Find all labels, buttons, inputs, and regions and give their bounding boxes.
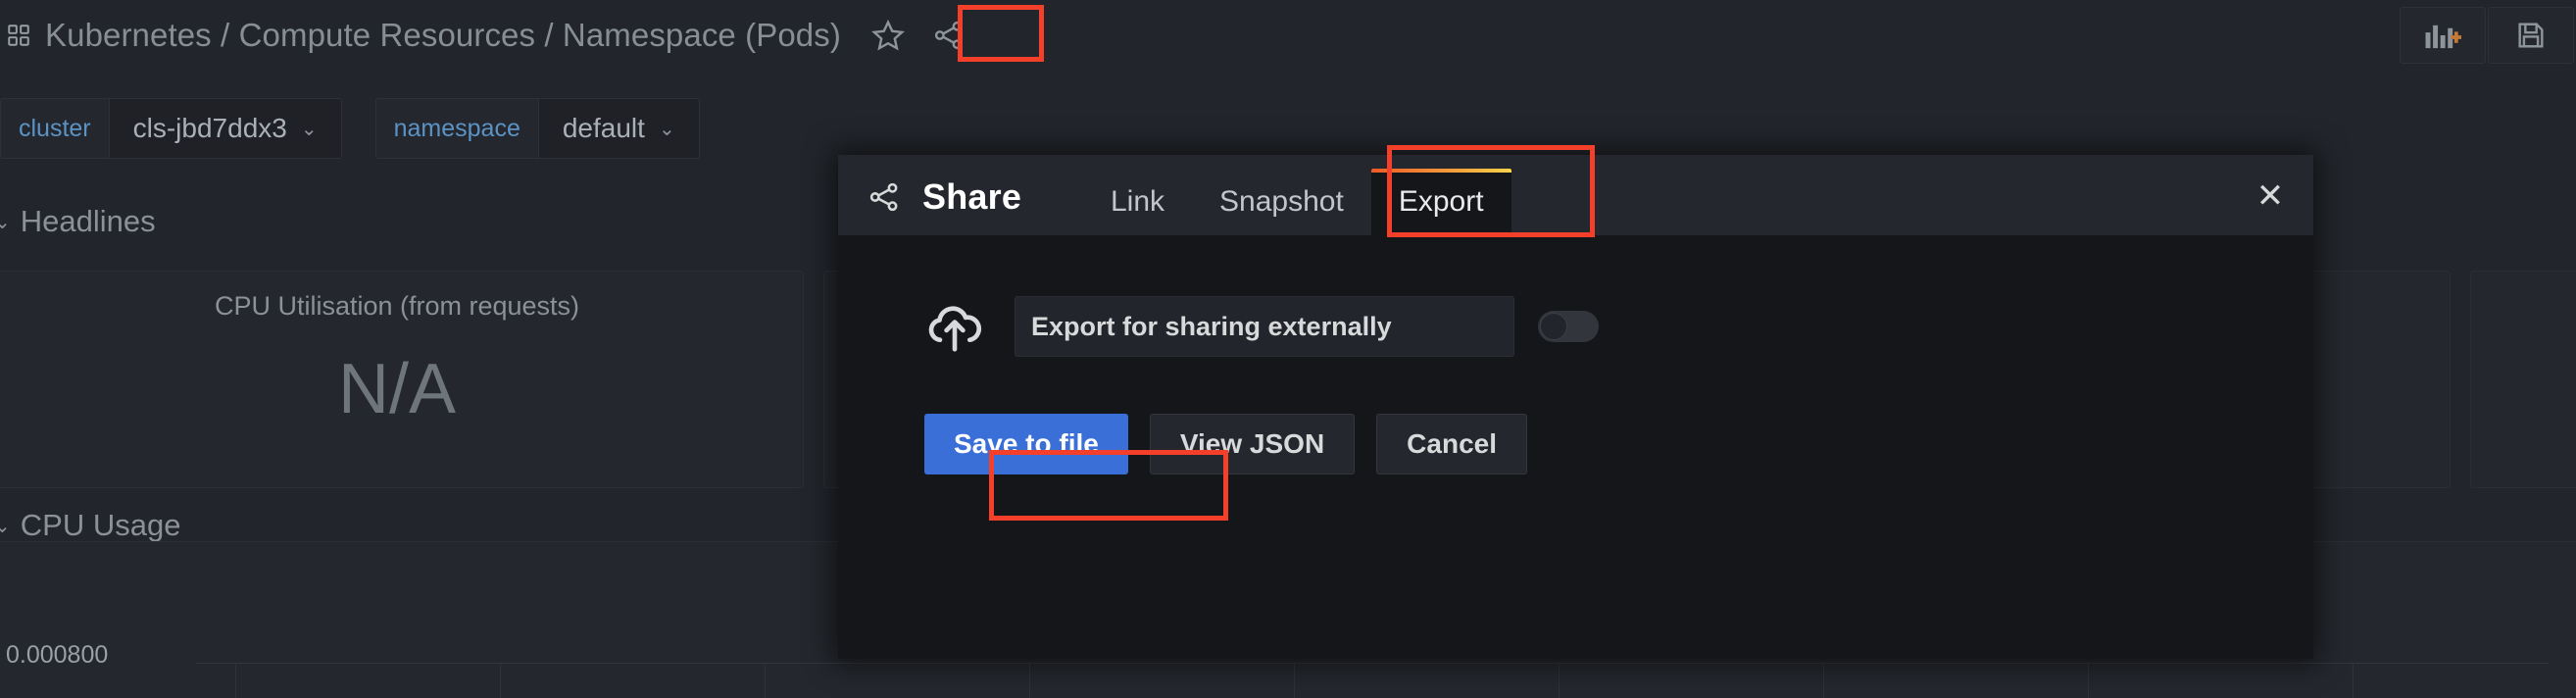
tab-label: Export: [1398, 185, 1484, 218]
tab-label: Snapshot: [1219, 185, 1344, 218]
y-axis-tick-label: 0.000800: [6, 641, 109, 669]
export-externally-label: Export for sharing externally: [1015, 296, 1514, 357]
export-sharing-row: Export for sharing externally: [924, 296, 1599, 357]
button-label: Cancel: [1407, 428, 1497, 459]
panel-title: CPU Utilisation (from requests): [214, 291, 580, 321]
save-disk-icon[interactable]: [2488, 7, 2574, 64]
gridline-vertical: [2088, 664, 2089, 698]
chevron-down-icon: ⌄: [0, 211, 11, 233]
variable-value-namespace: default: [562, 113, 645, 143]
share-dialog: Share Link Snapshot Export ✕ Export for …: [838, 155, 2313, 659]
chevron-down-icon: ⌄: [300, 118, 318, 140]
export-externally-toggle[interactable]: [1538, 311, 1599, 342]
cancel-button[interactable]: Cancel: [1376, 414, 1527, 474]
chevron-down-icon: ⌄: [0, 515, 11, 537]
dialog-header: Share Link Snapshot Export ✕: [838, 155, 2313, 235]
toggle-knob: [1540, 313, 1567, 340]
variable-select-namespace[interactable]: default ⌄: [537, 98, 700, 159]
dialog-title: Share: [922, 176, 1022, 217]
gridline-vertical: [1294, 664, 1295, 698]
button-label: View JSON: [1179, 428, 1325, 459]
cloud-upload-icon: [924, 299, 985, 354]
share-nodes-icon[interactable]: [927, 16, 970, 55]
close-icon[interactable]: ✕: [2249, 174, 2292, 218]
share-nodes-icon: [867, 180, 901, 214]
template-variables-bar: cluster cls-jbd7ddx3 ⌄ namespace default…: [0, 98, 733, 159]
variable-label-namespace: namespace: [374, 98, 538, 159]
save-to-file-button[interactable]: Save to file: [924, 414, 1128, 474]
breadcrumb[interactable]: Kubernetes / Compute Resources / Namespa…: [45, 17, 841, 54]
row-title: Headlines: [20, 204, 156, 238]
tab-export[interactable]: Export: [1370, 169, 1511, 235]
button-label: Save to file: [954, 428, 1099, 459]
star-icon[interactable]: [868, 16, 908, 55]
add-panel-icon[interactable]: [2400, 7, 2486, 64]
dialog-tabs: Link Snapshot Export: [1083, 155, 1511, 235]
gridline-vertical: [500, 664, 501, 698]
dialog-actions: Save to file View JSON Cancel: [924, 414, 1527, 474]
gridline-vertical: [1823, 664, 1824, 698]
tab-label: Link: [1111, 185, 1165, 218]
top-nav-bar: Kubernetes / Compute Resources / Namespa…: [0, 0, 2576, 71]
variable-select-cluster[interactable]: cls-jbd7ddx3 ⌄: [108, 98, 342, 159]
screen: Kubernetes / Compute Resources / Namespa…: [0, 0, 2576, 698]
row-title: CPU Usage: [20, 508, 181, 542]
panel-placeholder: [2470, 271, 2576, 488]
dialog-body: Export for sharing externally Save to fi…: [838, 235, 2313, 659]
field-text: Export for sharing externally: [1031, 311, 1392, 341]
gridline-horizontal: [196, 663, 2549, 664]
tab-snapshot[interactable]: Snapshot: [1192, 169, 1371, 235]
gridline-vertical: [235, 664, 236, 698]
toolbar-right: [2400, 0, 2576, 71]
panel-cpu-utilisation[interactable]: CPU Utilisation (from requests) N/A: [0, 271, 804, 488]
gridline-vertical: [1559, 664, 1560, 698]
row-header-headlines[interactable]: ⌄ Headlines: [0, 194, 156, 249]
dashboard-grid-icon: [6, 23, 31, 48]
variable-value-cluster: cls-jbd7ddx3: [132, 113, 287, 143]
view-json-button[interactable]: View JSON: [1149, 414, 1356, 474]
chevron-down-icon: ⌄: [658, 118, 675, 140]
variable-label-cluster: cluster: [0, 98, 109, 159]
stat-value: N/A: [337, 350, 457, 428]
tab-link[interactable]: Link: [1083, 169, 1192, 235]
gridline-vertical: [765, 664, 766, 698]
gridline-vertical: [1029, 664, 1030, 698]
